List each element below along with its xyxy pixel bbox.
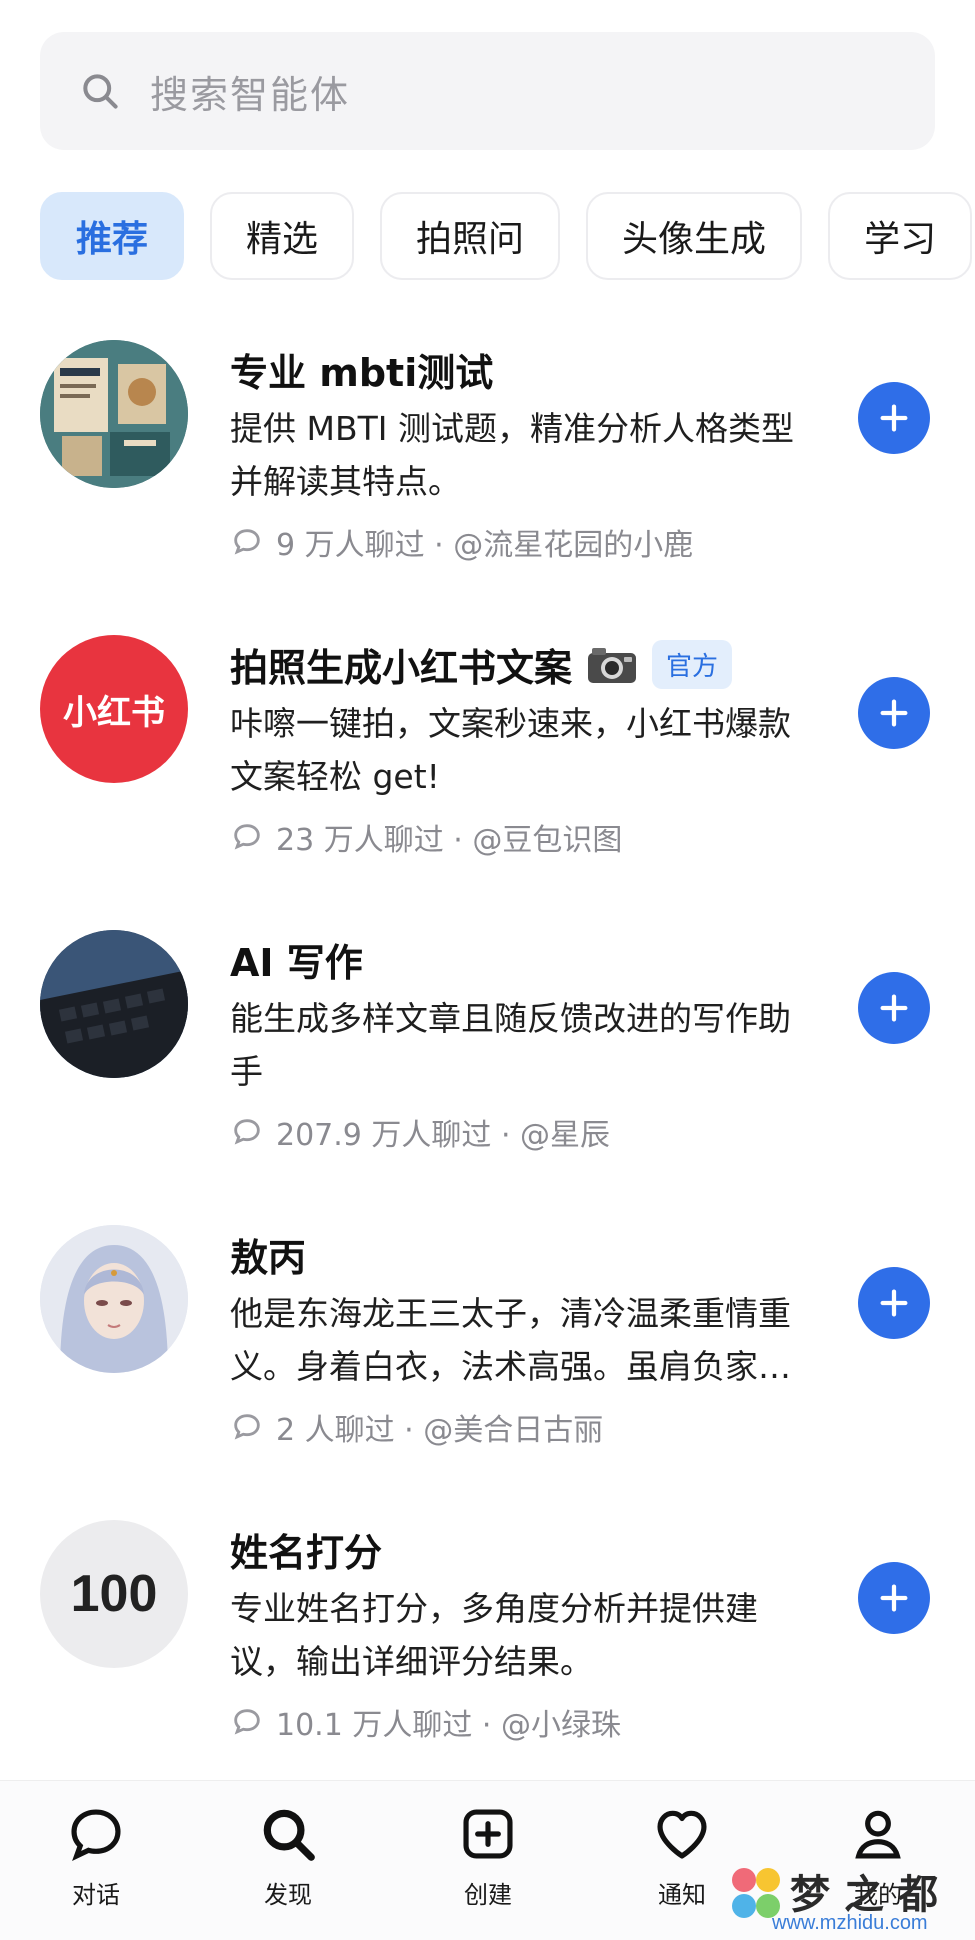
- nav-chat[interactable]: 对话: [36, 1803, 156, 1910]
- nav-create-label: 创建: [464, 1881, 512, 1909]
- chat-bubble-icon: [234, 1119, 260, 1145]
- agent-stats: 9 万人聊过 · @流星花园的小鹿: [276, 528, 694, 563]
- search-icon: [263, 1809, 315, 1861]
- add-agent-button[interactable]: [858, 1562, 930, 1634]
- plus-icon: [880, 1289, 908, 1317]
- camera-icon: [588, 647, 637, 683]
- agent-description: 专业姓名打分，多角度分析并提供建议，输出详细评分结果。: [230, 1589, 758, 1681]
- chat-bubble-icon: [234, 1709, 260, 1735]
- character-illustration: [40, 1225, 188, 1373]
- official-badge: 官方: [652, 640, 733, 689]
- search-icon: [83, 74, 118, 109]
- add-agent-button[interactable]: [858, 1267, 930, 1339]
- nav-discover[interactable]: 发现: [228, 1803, 348, 1910]
- agent-stats: 10.1 万人聊过 · @小绿珠: [276, 1708, 621, 1743]
- agent-card[interactable]: AI 写作 能生成多样文章且随反馈改进的写作助手 207.9 万人聊过 · @星…: [0, 910, 975, 1205]
- chat-bubble-icon: [234, 1414, 260, 1440]
- user-icon: [855, 1810, 901, 1859]
- agent-stats: 2 人聊过 · @美合日古丽: [276, 1413, 604, 1448]
- agent-title: 拍照生成小红书文案: [230, 646, 573, 690]
- plus-icon: [880, 994, 908, 1022]
- add-agent-button[interactable]: [858, 382, 930, 454]
- agent-meta: 10.1 万人聊过 · @小绿珠: [230, 1700, 621, 1744]
- chat-bubble-icon: [234, 529, 260, 555]
- agent-meta: 207.9 万人聊过 · @星辰: [230, 1110, 610, 1154]
- agent-title: 敖丙: [230, 1236, 307, 1280]
- agent-card[interactable]: 专业 mbti测试 提供 MBTI 测试题，精准分析人格类型并解读其特点。 9 …: [0, 320, 975, 615]
- agent-title-row: AI 写作: [230, 932, 363, 987]
- tab-study[interactable]: 学习: [828, 192, 973, 280]
- agent-card[interactable]: 敖丙 他是东海龙王三太子，清冷温柔重情重义。身着白衣，法术高强。虽肩负家… 2 …: [0, 1205, 975, 1500]
- agent-meta: 9 万人聊过 · @流星花园的小鹿: [230, 520, 693, 564]
- nav-create[interactable]: 创建: [428, 1803, 548, 1910]
- nav-notifications[interactable]: 通知: [622, 1803, 742, 1910]
- tab-recommend[interactable]: 推荐: [40, 192, 185, 280]
- agent-description: 提供 MBTI 测试题，精准分析人格类型并解读其特点。: [230, 409, 794, 501]
- chat-icon: [71, 1809, 121, 1862]
- agent-card[interactable]: 100 姓名打分 专业姓名打分，多角度分析并提供建议，输出详细评分结果。 10.…: [0, 1500, 975, 1795]
- agent-title: 姓名打分: [230, 1531, 383, 1575]
- tab-avatar-gen[interactable]: 头像生成: [586, 192, 803, 280]
- character-avatar: [40, 1225, 188, 1373]
- plus-square-icon: [463, 1809, 513, 1859]
- nav-discover-label: 发现: [264, 1881, 312, 1909]
- tab-featured[interactable]: 精选: [210, 192, 355, 280]
- xiaohongshu-logo-text: 小红书: [63, 692, 165, 733]
- plus-icon: [880, 1584, 908, 1612]
- watermark-url: www.mzhidu.com: [772, 1912, 928, 1934]
- search-placeholder: 搜索智能体: [150, 72, 351, 117]
- nav-notifications-label: 通知: [658, 1881, 706, 1909]
- tab-photo-ask[interactable]: 拍照问: [380, 192, 561, 280]
- nav-chat-label: 对话: [72, 1881, 120, 1909]
- agent-stats: 23 万人聊过 · @豆包识图: [276, 823, 623, 858]
- agent-description: 能生成多样文章且随反馈改进的写作助手: [230, 999, 791, 1091]
- add-agent-button[interactable]: [858, 972, 930, 1044]
- plus-icon: [880, 404, 908, 432]
- agent-list: 专业 mbti测试 提供 MBTI 测试题，精准分析人格类型并解读其特点。 9 …: [0, 320, 975, 1795]
- agent-title-row: 姓名打分: [230, 1522, 382, 1577]
- agent-stats: 207.9 万人聊过 · @星辰: [276, 1118, 611, 1153]
- add-agent-button[interactable]: [858, 677, 930, 749]
- score-avatar-text: 100: [70, 1565, 158, 1623]
- search-bar[interactable]: 搜索智能体: [40, 32, 935, 150]
- heart-icon: [657, 1810, 707, 1859]
- mbti-avatar: [40, 340, 188, 488]
- agent-description: 他是东海龙王三太子，清冷温柔重情重义。身着白衣，法术高强。虽肩负家…: [230, 1294, 791, 1386]
- agent-title-row: 拍照生成小红书文案 官方: [230, 637, 733, 692]
- agent-title: AI 写作: [230, 941, 363, 985]
- agent-title: 专业 mbti测试: [230, 351, 494, 395]
- chat-bubble-icon: [234, 824, 260, 850]
- xiaohongshu-avatar: 小红书: [40, 635, 188, 783]
- agent-meta: 23 万人聊过 · @豆包识图: [230, 815, 622, 859]
- agent-card[interactable]: 小红书 拍照生成小红书文案 官方 咔嚓一键拍，文案秒速来，小红书爆款文案轻松 g…: [0, 615, 975, 910]
- watermark: 梦之都 www.mzhidu.com: [730, 1860, 975, 1940]
- agent-title-row: 敖丙: [230, 1227, 306, 1282]
- agent-title-row: 专业 mbti测试: [230, 342, 493, 397]
- keyboard-illustration: [40, 930, 188, 1078]
- agent-meta: 2 人聊过 · @美合日古丽: [230, 1405, 603, 1449]
- category-tabs: 推荐 精选 拍照问 头像生成 学习: [40, 192, 973, 280]
- plus-icon: [880, 699, 908, 727]
- mbti-illustration: [40, 340, 188, 488]
- score-avatar: 100: [40, 1520, 188, 1668]
- agent-description: 咔嚓一键拍，文案秒速来，小红书爆款文案轻松 get!: [230, 704, 791, 796]
- keyboard-avatar: [40, 930, 188, 1078]
